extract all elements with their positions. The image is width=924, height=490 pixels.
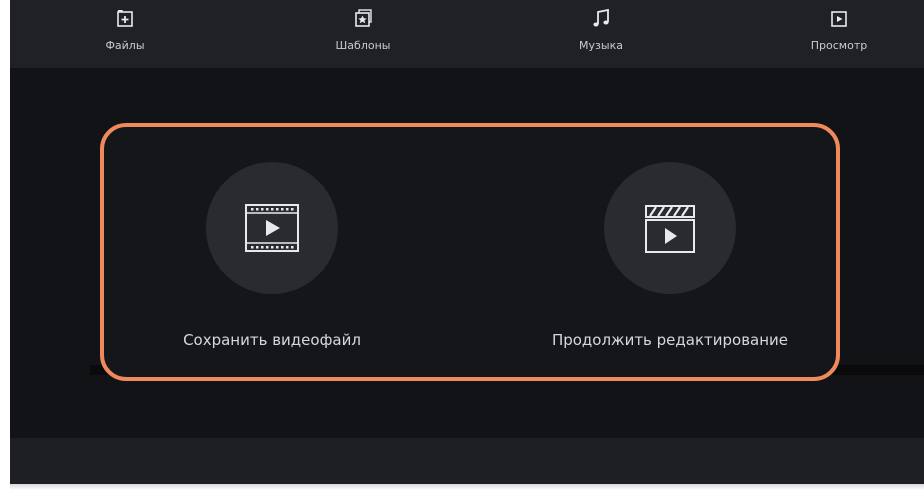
window-shadow (10, 484, 924, 490)
toolbar-item-templates[interactable]: Шаблоны (303, 7, 423, 63)
toolbar-label-preview: Просмотр (810, 39, 868, 52)
toolbar-item-files[interactable]: Файлы (65, 7, 185, 63)
play-preview-icon (831, 11, 847, 27)
app-window: Файлы Шаблоны Музыка Просмотр Сохранить … (10, 0, 924, 484)
continue-editing-label: Продолжить редактирование (551, 331, 789, 349)
file-add-icon (117, 10, 133, 27)
top-toolbar: Файлы Шаблоны Музыка Просмотр (10, 0, 924, 68)
toolbar-label-files: Файлы (105, 39, 145, 52)
video-file-icon (245, 204, 299, 252)
continue-editing-option[interactable]: Продолжить редактирование (520, 162, 820, 350)
save-video-file-label: Сохранить видеофайл (183, 331, 361, 349)
toolbar-label-templates: Шаблоны (335, 39, 391, 52)
music-note-icon (593, 8, 609, 27)
save-video-file-option[interactable]: Сохранить видеофайл (122, 162, 422, 350)
toolbar-item-preview[interactable]: Просмотр (779, 7, 899, 63)
footer-bar (10, 438, 924, 484)
clapperboard-icon (645, 205, 695, 253)
template-star-icon (355, 9, 372, 27)
save-video-file-button[interactable] (206, 162, 338, 294)
continue-editing-button[interactable] (604, 162, 736, 294)
toolbar-item-music[interactable]: Музыка (541, 7, 661, 63)
toolbar-label-music: Музыка (579, 39, 623, 52)
